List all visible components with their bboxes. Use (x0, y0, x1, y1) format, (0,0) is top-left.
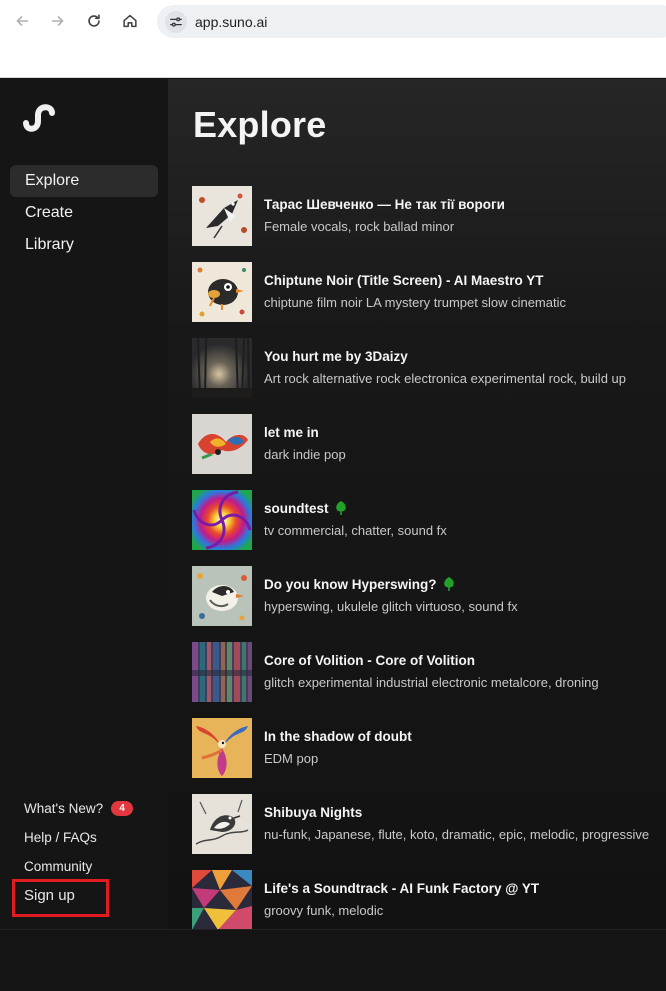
song-row[interactable]: In the shadow of doubt EDM pop (192, 718, 666, 794)
song-row[interactable]: Life's a Soundtrack - AI Funk Factory @ … (192, 870, 666, 929)
song-cover-image[interactable] (192, 870, 252, 929)
browser-toolbar: app.suno.ai (0, 0, 666, 78)
song-tags: groovy funk, melodic (264, 903, 384, 918)
address-bar[interactable]: app.suno.ai (157, 5, 666, 38)
song-row[interactable]: You hurt me by 3Daizy Art rock alternati… (192, 338, 666, 414)
community-link[interactable]: Community (24, 852, 164, 881)
bottom-player-area (0, 929, 666, 991)
notification-badge: 4 (111, 801, 134, 816)
song-tags: tv commercial, chatter, sound fx (264, 523, 447, 538)
song-title[interactable]: Core of Volition - Core of Volition (264, 653, 475, 668)
song-row[interactable]: Shibuya Nights nu-funk, Japanese, flute,… (192, 794, 666, 870)
reload-icon[interactable] (81, 8, 107, 34)
sidebar-item-explore[interactable]: Explore (10, 165, 158, 197)
sidebar: Explore Create Library What's New? 4 Hel… (0, 79, 168, 929)
song-cover-image[interactable] (192, 414, 252, 474)
url-text: app.suno.ai (195, 13, 268, 30)
sidebar-item-label: Library (25, 236, 74, 253)
song-tags: Female vocals, rock ballad minor (264, 219, 455, 234)
song-title[interactable]: soundtest (264, 501, 347, 516)
highlight-box (12, 879, 109, 917)
page-title: Explore (193, 104, 327, 145)
sidebar-item-create[interactable]: Create (10, 197, 158, 229)
song-cover-image[interactable] (192, 338, 252, 398)
forward-arrow-icon[interactable] (45, 8, 71, 34)
song-tags: dark indie pop (264, 447, 346, 462)
song-title[interactable]: In the shadow of doubt (264, 729, 412, 744)
song-title[interactable]: Тарас Шевченко — Не так тії вороги (264, 197, 505, 212)
suno-logo-icon[interactable] (22, 101, 56, 135)
back-arrow-icon[interactable] (9, 8, 35, 34)
song-cover-image[interactable] (192, 794, 252, 854)
song-cover-image[interactable] (192, 262, 252, 322)
song-tags: glitch experimental industrial electroni… (264, 675, 599, 690)
song-row[interactable]: Core of Volition - Core of Volition glit… (192, 642, 666, 718)
whats-new-label: What's New? (24, 801, 104, 816)
song-cover-image[interactable] (192, 566, 252, 626)
song-cover-image[interactable] (192, 718, 252, 778)
song-row[interactable]: soundtest tv commercial, chatter, sound … (192, 490, 666, 566)
suno-app: Explore Create Library What's New? 4 Hel… (0, 79, 666, 991)
sidebar-item-library[interactable]: Library (10, 229, 158, 261)
community-label: Community (24, 859, 93, 874)
song-title-text: soundtest (264, 501, 329, 516)
song-title[interactable]: Life's a Soundtrack - AI Funk Factory @ … (264, 881, 539, 896)
explore-panel: Explore Тарас Шевченко — Не так тії воро… (168, 79, 666, 929)
song-title[interactable]: Do you know Hyperswing? (264, 577, 455, 592)
song-row[interactable]: Chiptune Noir (Title Screen) - AI Maestr… (192, 262, 666, 338)
song-title-text: Do you know Hyperswing? (264, 577, 437, 592)
sidebar-item-label: Explore (25, 172, 80, 189)
song-row[interactable]: Тарас Шевченко — Не так тії вороги Femal… (192, 186, 666, 262)
song-cover-image[interactable] (192, 186, 252, 246)
help-faqs-label: Help / FAQs (24, 830, 97, 845)
help-faqs-link[interactable]: Help / FAQs (24, 823, 164, 852)
song-cover-image[interactable] (192, 642, 252, 702)
song-tags: nu-funk, Japanese, flute, koto, dramatic… (264, 827, 650, 842)
song-tags: EDM pop (264, 751, 319, 766)
sidebar-item-label: Create (25, 204, 74, 221)
song-tags: Art rock alternative rock electronica ex… (264, 371, 626, 386)
tree-icon (443, 577, 454, 591)
tree-icon (335, 501, 346, 515)
song-title[interactable]: You hurt me by 3Daizy (264, 349, 408, 364)
whats-new-link[interactable]: What's New? 4 (24, 794, 164, 823)
song-tags: hyperswing, ukulele glitch virtuoso, sou… (264, 599, 518, 614)
site-info-icon[interactable] (165, 10, 187, 33)
song-list: Тарас Шевченко — Не так тії вороги Femal… (192, 186, 666, 929)
song-title[interactable]: Chiptune Noir (Title Screen) - AI Maestr… (264, 273, 544, 288)
song-cover-image[interactable] (192, 490, 252, 550)
song-title[interactable]: Shibuya Nights (264, 805, 362, 820)
song-title[interactable]: let me in (264, 425, 319, 440)
song-tags: chiptune film noir LA mystery trumpet sl… (264, 295, 566, 310)
song-row[interactable]: let me in dark indie pop (192, 414, 666, 490)
home-icon[interactable] (117, 8, 143, 34)
song-row[interactable]: Do you know Hyperswing? hyperswing, ukul… (192, 566, 666, 642)
sidebar-nav: Explore Create Library (10, 165, 158, 261)
